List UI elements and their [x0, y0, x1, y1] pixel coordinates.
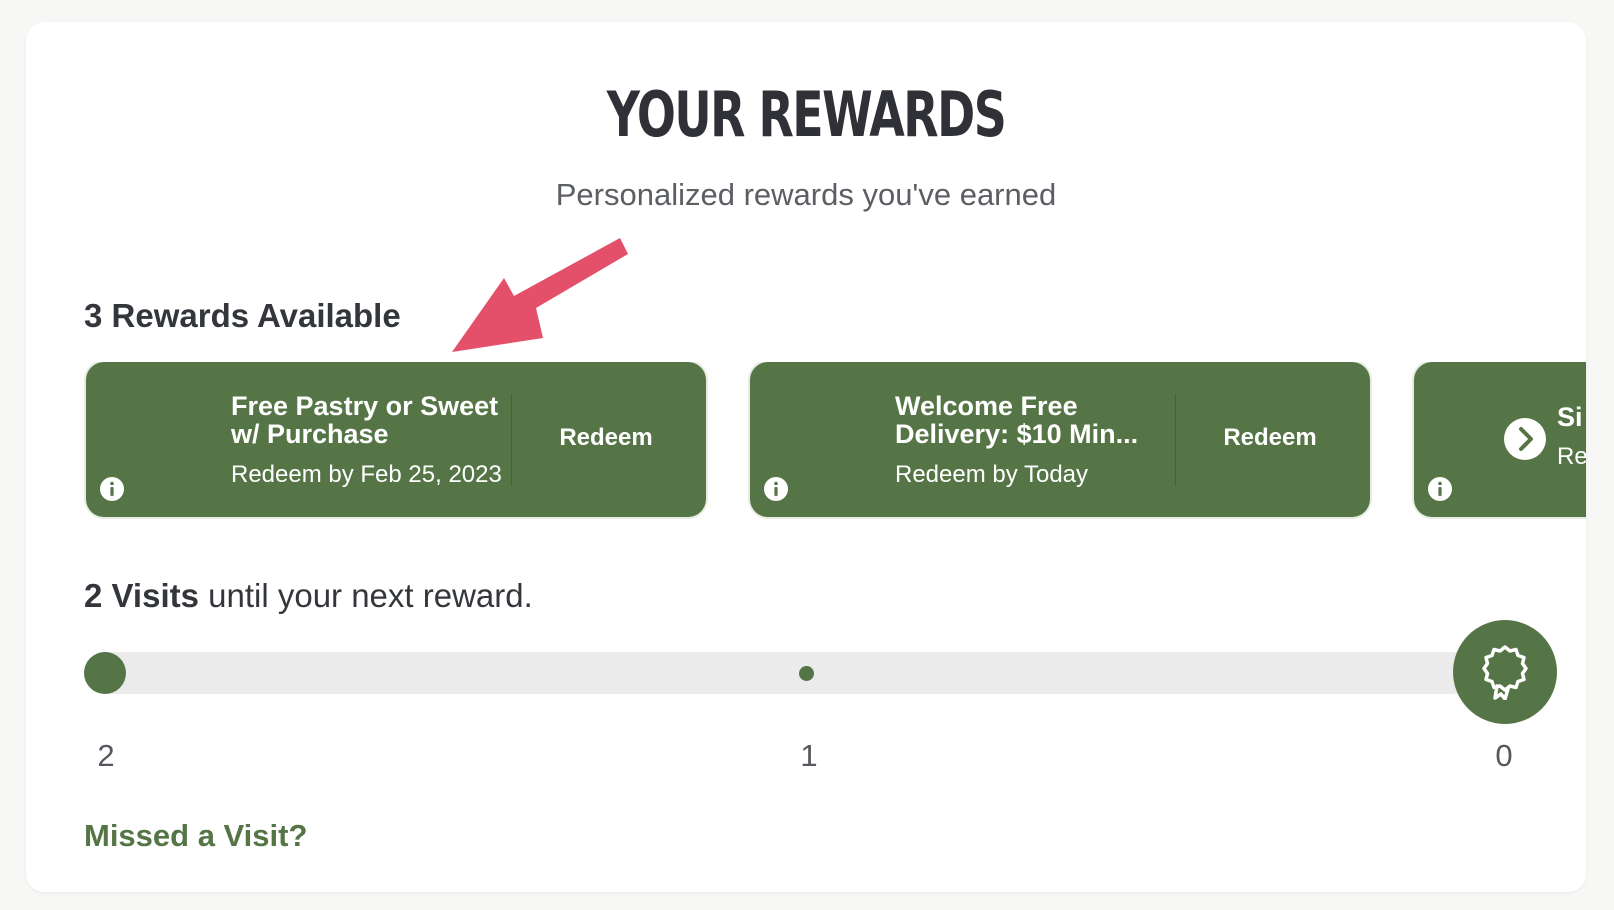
- progress-tick-label: 0: [1495, 738, 1513, 773]
- progress-tick-label: 1: [800, 738, 818, 773]
- reward-expiry: Redeem by Today: [895, 461, 1089, 488]
- chevron-right-icon[interactable]: [1504, 418, 1546, 460]
- reward-expiry: Redeem by Feb 25, 2023: [231, 461, 502, 488]
- reward-title: Si: [1557, 402, 1583, 432]
- reward-cards-carousel: Free Pastry or Sweet w/ Purchase Redeem …: [84, 362, 1586, 522]
- reward-title: Free Pastry or Sweet w/ Purchase: [231, 391, 499, 449]
- redeem-button[interactable]: Redeem: [1190, 420, 1350, 456]
- card-divider: [511, 394, 512, 486]
- redeem-button[interactable]: Redeem: [526, 420, 686, 456]
- reward-card[interactable]: Welcome Free Delivery: $10 Min... Redeem…: [750, 362, 1370, 517]
- info-icon[interactable]: [100, 477, 124, 501]
- info-icon[interactable]: [1428, 477, 1452, 501]
- reward-expiry: Re: [1557, 443, 1586, 470]
- missed-visit-link[interactable]: Missed a Visit?: [84, 816, 307, 856]
- page-subtitle: Personalized rewards you've earned: [555, 177, 1057, 212]
- reward-card[interactable]: Free Pastry or Sweet w/ Purchase Redeem …: [86, 362, 706, 517]
- progress-mid-marker: [799, 666, 814, 681]
- reward-badge-icon: [1453, 620, 1557, 724]
- progress-start-marker: [84, 652, 126, 694]
- reward-title: Welcome Free Delivery: $10 Min...: [895, 391, 1139, 449]
- reward-card[interactable]: Si Re: [1414, 362, 1586, 517]
- annotation-arrow-icon: [452, 238, 628, 352]
- award-ribbon-icon: [1482, 645, 1528, 700]
- visits-text: until your next reward.: [198, 577, 533, 614]
- visits-until-reward: 2 Visits until your next reward.: [84, 575, 533, 617]
- info-icon[interactable]: [764, 477, 788, 501]
- page-title: YOUR REWARDS: [606, 78, 1007, 151]
- visit-progress-track: [84, 652, 1504, 694]
- visits-count: 2 Visits: [84, 577, 199, 614]
- rewards-available-label: 3 Rewards Available: [84, 297, 401, 334]
- progress-tick-label: 2: [97, 738, 115, 773]
- rewards-panel: YOUR REWARDS Personalized rewards you've…: [26, 22, 1586, 892]
- card-divider: [1175, 394, 1176, 486]
